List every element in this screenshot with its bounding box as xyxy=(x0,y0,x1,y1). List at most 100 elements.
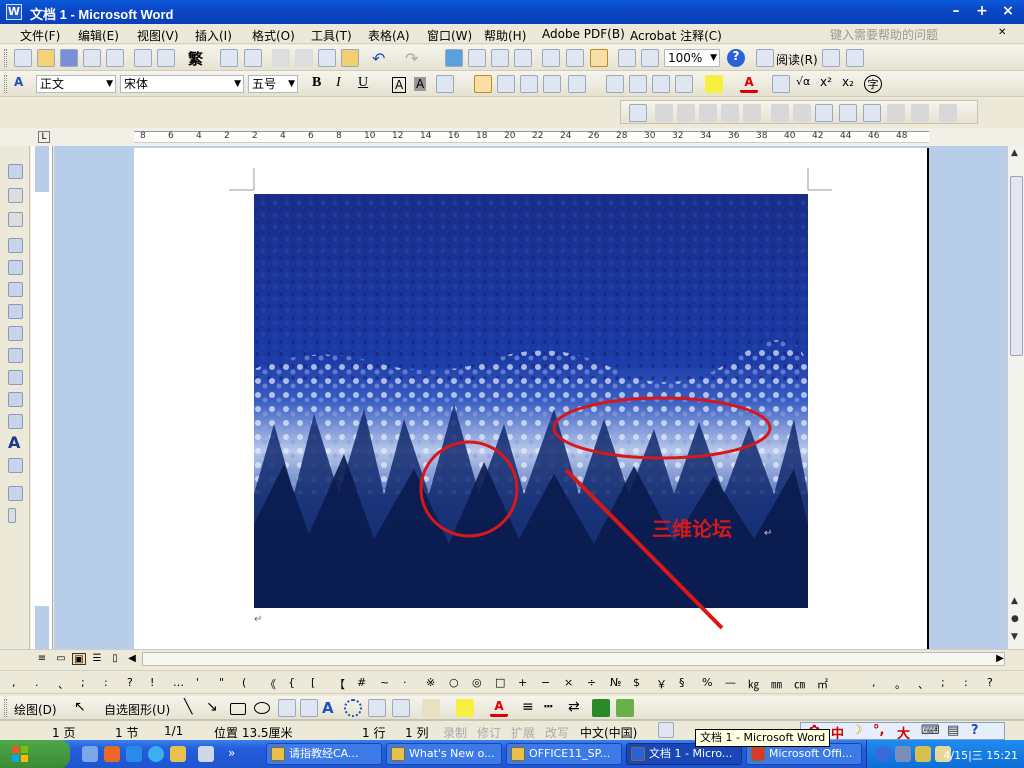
scrollbar-control-icon[interactable] xyxy=(8,414,23,429)
symbol-button[interactable]: : xyxy=(964,676,968,689)
symbol-button[interactable]: — xyxy=(725,676,736,689)
ime-menu-icon[interactable]: ▤ xyxy=(947,723,959,738)
menu-window[interactable]: 窗口(W) xyxy=(427,27,472,44)
symbol-button[interactable]: ㎏ xyxy=(748,676,759,692)
text-wrapping-icon[interactable] xyxy=(863,104,881,122)
symbol-button[interactable]: ? xyxy=(127,676,133,689)
org-chart-icon[interactable] xyxy=(846,49,864,67)
highlight-icon[interactable] xyxy=(705,75,723,93)
save-icon[interactable] xyxy=(60,49,78,67)
styles-formatting-icon[interactable]: A xyxy=(14,75,32,93)
phonetic-guide-icon[interactable] xyxy=(772,75,790,93)
distributed-icon[interactable] xyxy=(543,75,561,93)
symbol-button[interactable]: ㎡ xyxy=(817,676,828,692)
quicklaunch-media-icon[interactable] xyxy=(126,746,142,762)
permission-icon[interactable] xyxy=(83,49,101,67)
ime-toolbar[interactable]: ✿ 中 ☽ °, 大 ⌨ ▤ ? xyxy=(800,722,1005,742)
help-search-input[interactable]: 键入需要帮助的问题 xyxy=(830,26,1010,42)
toolbar-grip[interactable] xyxy=(4,49,7,67)
menu-file[interactable]: 文件(F) xyxy=(20,27,60,44)
symbol-button[interactable]: ~ xyxy=(380,676,389,689)
menu-table[interactable]: 表格(A) xyxy=(368,27,410,44)
document-map-icon[interactable] xyxy=(590,49,608,67)
quicklaunch-ie-icon[interactable] xyxy=(148,746,164,762)
menu-edit[interactable]: 编辑(E) xyxy=(78,27,119,44)
menu-adobe-pdf[interactable]: Adobe PDF(B) xyxy=(542,27,625,41)
open-icon[interactable] xyxy=(37,49,55,67)
undo-icon[interactable]: ↶ xyxy=(372,49,390,68)
scroll-left-icon[interactable]: ◀ xyxy=(125,653,139,665)
ime-punct-icon[interactable]: °, xyxy=(873,723,884,738)
ime-help-icon[interactable]: ? xyxy=(971,723,979,738)
print-icon[interactable] xyxy=(134,49,152,67)
quicklaunch-more-icon[interactable] xyxy=(198,746,214,762)
symbol-button[interactable]: , xyxy=(12,676,16,689)
ime-keyboard-icon[interactable]: ⌨ xyxy=(921,723,940,738)
option-button-icon[interactable] xyxy=(8,304,23,319)
toolbar-options-icon[interactable] xyxy=(8,508,16,523)
more-brightness-icon[interactable] xyxy=(721,104,739,122)
color-icon[interactable] xyxy=(655,104,673,122)
menu-insert[interactable]: 插入(I) xyxy=(195,27,232,44)
symbol-button[interactable]: ○ xyxy=(449,676,459,689)
line-tool-icon[interactable]: ╲ xyxy=(184,699,202,717)
toolbar-grip[interactable] xyxy=(4,699,7,717)
font-size-select[interactable]: 五号 ▼ xyxy=(248,75,298,93)
equation-icon[interactable]: √α xyxy=(796,75,814,93)
rotate-icon[interactable] xyxy=(793,104,811,122)
tray-language-icon[interactable] xyxy=(875,746,891,762)
select-objects-icon[interactable]: ↖ xyxy=(74,699,92,717)
textbox-control-icon[interactable] xyxy=(8,260,23,275)
scroll-up-icon[interactable]: ▲ xyxy=(1011,148,1018,158)
scroll-thumb[interactable] xyxy=(1010,176,1023,356)
set-transparent-icon[interactable] xyxy=(911,104,929,122)
symbol-button[interactable]: ※ xyxy=(426,676,435,689)
symbol-button[interactable]: { xyxy=(288,676,295,689)
task-button[interactable]: What's New o... xyxy=(386,743,502,765)
read-button[interactable]: 阅读(R) xyxy=(776,51,818,68)
quicklaunch-expand-icon[interactable]: » xyxy=(228,746,244,762)
clock[interactable]: 4/15|三 15:21 xyxy=(943,747,1018,763)
new-document-icon[interactable] xyxy=(14,49,32,67)
ime-moon-icon[interactable]: ☽ xyxy=(851,723,863,738)
symbol-button[interactable]: … xyxy=(173,676,184,689)
symbol-button[interactable]: ! xyxy=(150,676,154,689)
bullets-icon[interactable] xyxy=(629,75,647,93)
toggle-button-icon[interactable] xyxy=(8,370,23,385)
quicklaunch-folder-icon[interactable] xyxy=(170,746,186,762)
status-ext[interactable]: 扩展 xyxy=(511,724,535,741)
outline-view-icon[interactable]: ☰ xyxy=(90,653,104,665)
checkbox-control-icon[interactable] xyxy=(8,238,23,253)
font-select[interactable]: 宋体 ▼ xyxy=(120,75,244,93)
web-view-icon[interactable]: ▭ xyxy=(54,653,68,665)
rectangle-tool-icon[interactable] xyxy=(230,703,246,715)
insert-excel-icon[interactable] xyxy=(514,49,532,67)
character-scaling-icon[interactable] xyxy=(436,75,454,93)
symbol-button[interactable]: ( xyxy=(242,676,246,689)
minimize-button[interactable]: – xyxy=(946,3,966,21)
symbol-button[interactable]: · xyxy=(403,676,407,689)
autoshapes-button[interactable]: 自选图形(U) xyxy=(104,701,170,718)
symbol-button[interactable]: × xyxy=(564,676,573,689)
task-button[interactable]: 请指教经CA... xyxy=(266,743,382,765)
combobox-icon[interactable] xyxy=(8,348,23,363)
tray-volume-icon[interactable] xyxy=(915,746,931,762)
character-border-button[interactable]: A xyxy=(392,77,407,93)
arrow-tool-icon[interactable]: ↘ xyxy=(206,699,224,717)
hyperlink-icon[interactable] xyxy=(445,49,463,67)
menu-view[interactable]: 视图(V) xyxy=(137,27,179,44)
command-button-icon[interactable] xyxy=(8,282,23,297)
character-shading-button[interactable]: A xyxy=(414,77,427,91)
close-button[interactable]: × xyxy=(998,3,1018,21)
tables-borders-icon[interactable] xyxy=(468,49,486,67)
start-button[interactable] xyxy=(0,740,70,768)
spelling-status-icon[interactable] xyxy=(658,722,674,738)
print-layout-view-icon[interactable]: ▣ xyxy=(72,653,86,665)
symbol-button[interactable]: ㎜ xyxy=(771,676,782,692)
format-painter-icon[interactable] xyxy=(341,49,359,67)
next-page-icon[interactable]: ▼ xyxy=(1011,632,1018,642)
increase-indent-icon[interactable] xyxy=(675,75,693,93)
status-ovr[interactable]: 改写 xyxy=(545,724,569,741)
symbol-button[interactable]: ÷ xyxy=(587,676,596,689)
symbol-button[interactable]: 【 xyxy=(334,676,345,692)
